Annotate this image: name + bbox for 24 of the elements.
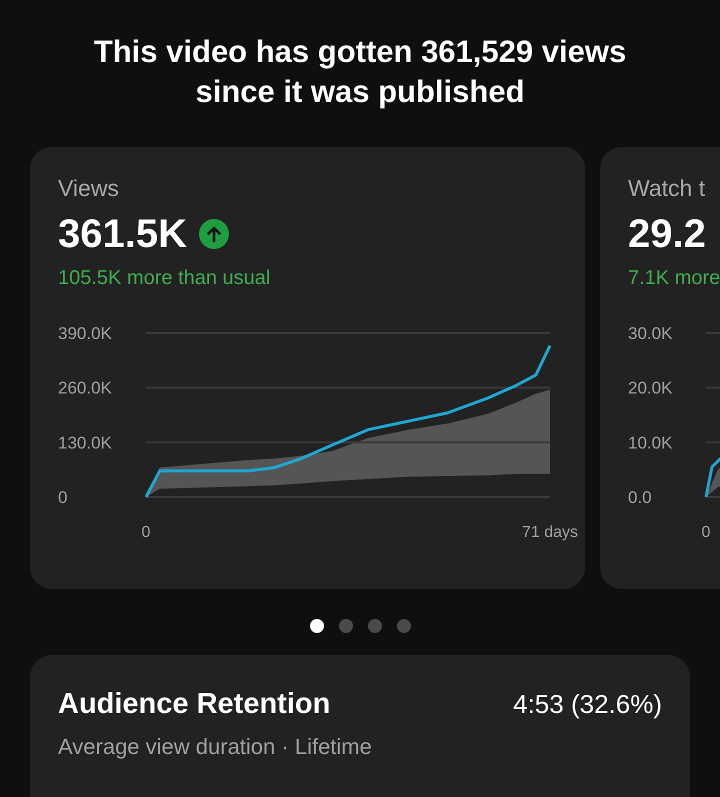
axis-label: 260.0K xyxy=(58,378,112,398)
axis-label: 0 xyxy=(142,524,150,542)
axis-label: 71 days xyxy=(522,524,578,542)
axis-label: 0.0 xyxy=(628,488,652,508)
retention-title: Audience Retention xyxy=(58,686,330,722)
metric-card[interactable]: Watch t 29.2 7.1K more 30.0K 20.0K 10.0K 0.0 0 xyxy=(600,146,720,589)
retention-subtitle: Average view duration · Lifetime xyxy=(58,733,373,762)
axis-label: 0 xyxy=(702,524,710,542)
headline: This video has gotten 361,529 views since it was published xyxy=(92,33,628,112)
metric-title: Views xyxy=(58,174,120,203)
axis-label: 0 xyxy=(58,488,68,508)
axis-label: 130.0K xyxy=(58,433,112,452)
axis-label: 10.0K xyxy=(628,433,672,452)
retention-card[interactable]: Audience Retention 4:53 (32.6%) Average view duration · Lifetime xyxy=(30,654,690,797)
axis-label: 30.0K xyxy=(628,324,672,344)
metric-title: Watch t xyxy=(628,174,706,203)
axis-label: 390.0K xyxy=(58,324,112,344)
metric-value: 361.5K xyxy=(58,211,187,258)
axis-label: 20.0K xyxy=(628,378,672,398)
retention-value: 4:53 (32.6%) xyxy=(513,688,662,721)
comparison-text: 105.5K more than usual xyxy=(58,266,272,292)
metric-value: 29.2 xyxy=(628,211,706,258)
metric-card[interactable]: Views 361.5K 105.5K more than usual 390.0K 260.0K 130.0K 0 0 71 days xyxy=(30,146,585,589)
comparison-text: 7.1K more xyxy=(628,266,720,292)
